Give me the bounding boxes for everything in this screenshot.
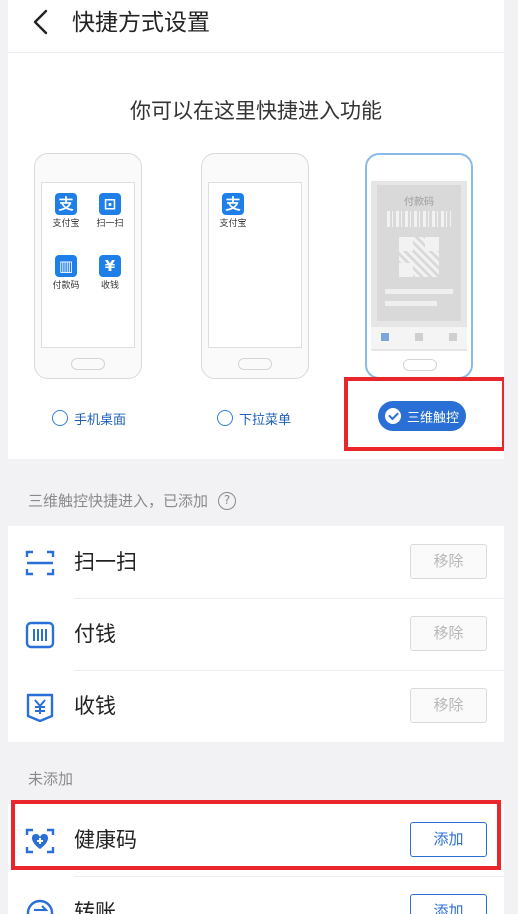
receive-money-icon: ¥ (99, 255, 121, 277)
app-scan: ⊡ 扫一扫 (96, 193, 124, 229)
app-pay-code: ▥ 付款码 (52, 255, 80, 291)
app-alipay: 支 支付宝 (219, 193, 247, 229)
pay-code-icon: ▥ (55, 255, 77, 277)
phone-screen: 支 支付宝 ⊡ 扫一扫 ▥ 付款码 ¥ 收钱 (41, 182, 135, 348)
list-item: 转账 添加 (8, 876, 504, 914)
pay-code-card: 付款码 (377, 185, 461, 321)
list-item: 收钱 移除 (8, 670, 504, 742)
top-bar: 快捷方式设置 (8, 0, 504, 53)
phone-preview-3d-touch[interactable]: 付款码 (365, 153, 473, 379)
scan-icon: ⊡ (99, 193, 121, 215)
app-frame: 快捷方式设置 你可以在这里快捷进入功能 支 支付宝 ⊡ 扫一扫 ▥ 付款码 ¥ … (8, 0, 504, 914)
remove-button[interactable]: 移除 (410, 616, 487, 651)
list-item: 健康码 添加 (8, 804, 504, 876)
not-added-list: 健康码 添加 转账 添加 (8, 804, 504, 914)
radio-dropdown-menu[interactable]: 下拉菜单 (217, 407, 291, 429)
app-alipay: 支 支付宝 (52, 193, 80, 229)
barcode-graphic (387, 211, 451, 227)
radio-3d-touch-selected[interactable]: 三维触控 (378, 401, 466, 431)
added-section-label: 三维触控快捷进入，已添加 ? (28, 490, 237, 511)
check-icon (385, 408, 401, 424)
tab-dot (415, 333, 423, 341)
home-button (238, 358, 272, 370)
phone-preview-dropdown[interactable]: 支 支付宝 (201, 153, 309, 379)
phone-preview-desktop[interactable]: 支 支付宝 ⊡ 扫一扫 ▥ 付款码 ¥ 收钱 (34, 153, 142, 379)
help-icon[interactable]: ? (218, 491, 237, 510)
list-item: 扫一扫 移除 (8, 526, 504, 598)
add-button[interactable]: 添加 (410, 894, 487, 914)
receive-money-icon (26, 693, 54, 722)
scan-icon (25, 550, 55, 576)
health-code-icon (25, 828, 55, 854)
placeholder-line (385, 301, 437, 306)
radio-circle-icon (52, 410, 68, 426)
touch-preview-screen: 付款码 (371, 181, 467, 351)
placeholder-line (385, 289, 453, 294)
qr-code-graphic (399, 237, 439, 277)
pay-code-icon (25, 621, 55, 649)
selection-heading: 你可以在这里快捷进入功能 (130, 99, 382, 123)
radio-desktop[interactable]: 手机桌面 (52, 407, 126, 429)
back-arrow-icon[interactable] (30, 9, 52, 35)
add-button[interactable]: 添加 (410, 822, 487, 857)
radio-circle-icon (217, 410, 233, 426)
touch-tab-bar (371, 327, 467, 349)
phone-screen: 支 支付宝 (208, 182, 302, 348)
home-button (71, 358, 105, 370)
mode-selection-section: 你可以在这里快捷进入功能 支 支付宝 ⊡ 扫一扫 ▥ 付款码 ¥ 收钱 支 支付… (8, 53, 504, 459)
remove-button[interactable]: 移除 (410, 688, 487, 723)
list-item: 付钱 移除 (8, 598, 504, 670)
app-receive-money: ¥ 收钱 (99, 255, 121, 291)
alipay-icon: 支 (222, 193, 244, 215)
not-added-section-label: 未添加 (28, 770, 74, 788)
tab-dot (381, 333, 389, 341)
tab-dot (449, 333, 457, 341)
added-list: 扫一扫 移除 付钱 移除 收钱 移除 (8, 526, 504, 742)
home-button (403, 359, 437, 371)
page-title: 快捷方式设置 (72, 10, 210, 36)
alipay-icon: 支 (55, 193, 77, 215)
transfer-icon (26, 899, 54, 914)
remove-button[interactable]: 移除 (410, 544, 487, 579)
